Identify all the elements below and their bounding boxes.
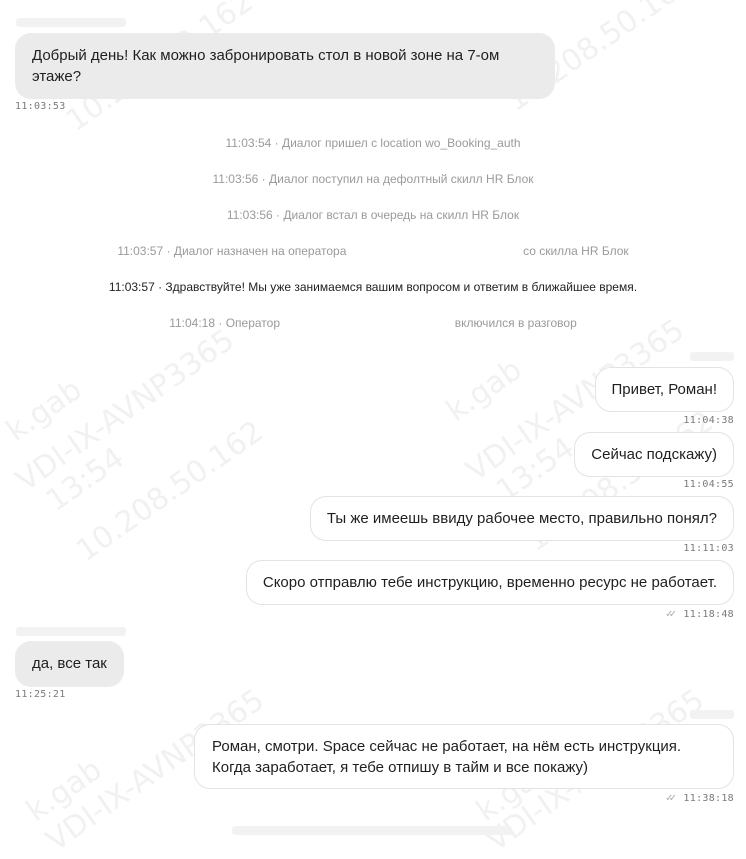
message-bubble: Ты же имеешь ввиду рабочее место, правил…	[309, 496, 734, 541]
redacted-operator-name	[283, 318, 451, 330]
chat-history[interactable]: 10.208.50.162 10.208.50.162 VDI-IX-AVNP3…	[0, 0, 746, 859]
message-text: Привет, Роман!	[611, 381, 717, 398]
timestamp-text: 11:18:48	[683, 609, 734, 620]
read-checkmarks-icon: ✓✓	[665, 607, 676, 620]
message-timestamp: 11:03:53	[15, 101, 66, 112]
message-text: Скоро отправлю тебе инструкцию, временно…	[262, 574, 717, 591]
message-bubble: Добрый день! Как можно забронировать сто…	[15, 33, 555, 99]
message-timestamp: ✓✓ 11:38:18	[666, 791, 734, 804]
system-event-text: 11:03:56 · Диалог встал в очередь на ски…	[226, 208, 520, 222]
sender-name	[16, 18, 126, 27]
message-bubble: Привет, Роман!	[594, 367, 734, 412]
incoming-message: Добрый день! Как можно забронировать сто…	[15, 33, 555, 99]
outgoing-message: Скоро отправлю тебе инструкцию, временно…	[245, 560, 734, 605]
watermark: k.gab	[20, 752, 109, 829]
system-event: 11:03:56 · Диалог встал в очередь на ски…	[0, 208, 746, 222]
watermark: k.gab	[0, 372, 89, 449]
redacted-operator-name	[350, 246, 520, 258]
message-timestamp: 11:04:55	[683, 479, 734, 490]
system-event-text: 11:03:56 · Диалог поступил на дефолтный …	[212, 172, 534, 186]
system-event-text: со скилла HR Блок	[523, 244, 629, 258]
outgoing-message: Сейчас подскажу)	[574, 432, 734, 477]
message-bubble: Роман, смотри. Space сейчас не работает,…	[194, 724, 734, 789]
sender-name	[690, 710, 734, 719]
watermark: VDI-IX-AVNP3365	[10, 322, 241, 499]
outgoing-message: Привет, Роман!	[594, 367, 734, 412]
system-event-text: включился в разговор	[454, 316, 577, 330]
message-bubble: Сейчас подскажу)	[574, 432, 734, 477]
message-bubble: Скоро отправлю тебе инструкцию, временно…	[245, 560, 734, 605]
system-event: 11:04:18 · Оператор включился в разговор	[0, 316, 746, 330]
read-checkmarks-icon: ✓✓	[665, 791, 676, 804]
timestamp-text: 11:04:38	[683, 415, 734, 426]
outgoing-message: Ты же имеешь ввиду рабочее место, правил…	[309, 496, 734, 541]
message-timestamp: 11:25:21	[15, 689, 66, 700]
message-timestamp: ✓✓ 11:18:48	[666, 607, 734, 620]
system-event-text: 11:03:54 · Диалог пришел с location wo_B…	[225, 136, 521, 150]
timestamp-text: 11:38:18	[683, 793, 734, 804]
system-greeting: 11:03:57 · Здравствуйте! Мы уже занимаем…	[0, 280, 746, 294]
message-text: Роман, смотри. Space сейчас не работает,…	[212, 738, 682, 776]
message-timestamp: 11:11:03	[683, 543, 734, 554]
message-text: Ты же имеешь ввиду рабочее место, правил…	[326, 510, 717, 527]
message-text: Добрый день! Как можно забронировать сто…	[32, 47, 500, 85]
message-text: Сейчас подскажу)	[591, 446, 717, 463]
message-text: да, все так	[32, 655, 107, 672]
watermark: 13:54	[40, 440, 131, 519]
cutoff-system-event	[232, 826, 512, 835]
timestamp-text: 11:11:03	[683, 543, 734, 554]
sender-name	[690, 352, 734, 361]
sender-name	[16, 627, 126, 636]
watermark: 10.208.50.162	[70, 414, 270, 569]
system-event: 11:03:57 · Диалог назначен на оператора …	[0, 244, 746, 258]
message-bubble: да, все так	[15, 641, 124, 687]
incoming-message: да, все так	[15, 641, 124, 687]
message-timestamp: 11:04:38	[683, 415, 734, 426]
outgoing-message: Роман, смотри. Space сейчас не работает,…	[194, 724, 734, 789]
system-event-text: 11:03:57 · Здравствуйте! Мы уже занимаем…	[108, 280, 638, 294]
system-event: 11:03:54 · Диалог пришел с location wo_B…	[0, 136, 746, 150]
timestamp-text: 11:04:55	[683, 479, 734, 490]
system-event-text: 11:03:57 · Диалог назначен на оператора	[117, 244, 347, 258]
watermark: k.gab	[440, 352, 529, 429]
system-event: 11:03:56 · Диалог поступил на дефолтный …	[0, 172, 746, 186]
system-event-text: 11:04:18 · Оператор	[169, 316, 280, 330]
